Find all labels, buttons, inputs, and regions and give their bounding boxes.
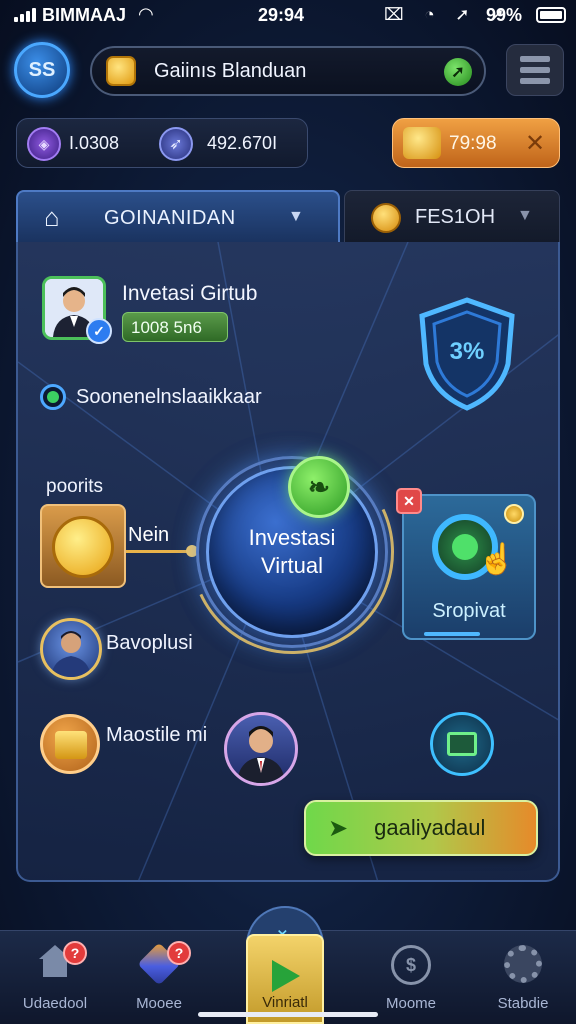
radio-button[interactable] bbox=[40, 384, 66, 410]
nav-item-virtual[interactable]: Vinriatl bbox=[246, 934, 324, 1024]
nav-item-home[interactable]: ? Udaedool bbox=[0, 939, 110, 1012]
nav-label: Mooee bbox=[136, 995, 182, 1012]
coin-icon bbox=[371, 203, 401, 233]
bonus-label: Bavoplusi bbox=[106, 632, 193, 654]
gold-bar-icon[interactable] bbox=[40, 714, 100, 774]
tab-side-label: FES1OH bbox=[415, 206, 496, 228]
cta-label: gaaliyadaul bbox=[374, 815, 486, 840]
carrier-name: BIMMAAJ bbox=[42, 5, 126, 25]
nav-item-coin[interactable]: $ Moome bbox=[356, 939, 466, 1012]
connector-line bbox=[126, 550, 190, 553]
profile-score: 1008 5n6 bbox=[122, 312, 228, 342]
arrow-icon: ➤ bbox=[328, 814, 349, 842]
stat-value-1: I.0308 bbox=[69, 133, 120, 153]
menu-icon-bar bbox=[520, 67, 550, 73]
close-icon[interactable]: ✕ bbox=[525, 129, 545, 158]
coin-icon bbox=[106, 56, 136, 86]
tab-main-dropdown[interactable]: ⌂ GOINANIDAN ▼ bbox=[16, 190, 340, 242]
search-bar[interactable]: Gaiinıs Blanduan ➚ bbox=[90, 46, 486, 96]
search-text: Gaiinıs Blanduan bbox=[154, 59, 307, 82]
coin-icon bbox=[52, 516, 114, 578]
battery-icon bbox=[536, 7, 566, 23]
play-icon bbox=[272, 960, 300, 992]
person-icon bbox=[51, 631, 91, 677]
cube-icon: ? bbox=[137, 941, 191, 986]
close-icon[interactable]: ✕ bbox=[396, 488, 422, 514]
points-side-label: Nein bbox=[128, 524, 170, 546]
rocket-icon: ➶ bbox=[159, 127, 193, 161]
friend-avatar[interactable] bbox=[224, 712, 298, 786]
wifi-icon: ◠ bbox=[138, 4, 154, 24]
gem-icon: ◈ bbox=[27, 127, 61, 161]
signal-icon bbox=[14, 8, 36, 22]
nav-label: Moome bbox=[385, 995, 437, 1012]
tab-side-dropdown[interactable]: FES1OH ▼ bbox=[344, 190, 560, 242]
app-logo[interactable]: SS bbox=[14, 42, 70, 98]
gear-glyph bbox=[504, 945, 542, 983]
spin-progress bbox=[424, 632, 480, 636]
timer-pill[interactable]: 79:98 ✕ bbox=[392, 118, 560, 168]
points-heading: poorits bbox=[46, 476, 104, 497]
points-card[interactable] bbox=[40, 504, 126, 588]
gold-label: Maostile mi bbox=[106, 724, 208, 746]
timer-value: 79:98 bbox=[449, 133, 497, 154]
leaf-icon: ❧ bbox=[288, 456, 350, 518]
cta-button[interactable]: ➤ gaaliyadaul bbox=[304, 800, 538, 856]
stats-bar: ◈ I.0308 ➶ 492.670I bbox=[16, 118, 308, 168]
gear-icon bbox=[503, 945, 543, 985]
menu-icon-bar bbox=[520, 78, 550, 84]
gold-bar-icon bbox=[403, 127, 441, 159]
nav-label: Udaedool bbox=[22, 995, 88, 1012]
profile-name: Invetasi Girtub bbox=[122, 282, 258, 305]
chevron-down-icon: ▼ bbox=[288, 208, 304, 225]
menu-button[interactable] bbox=[506, 44, 564, 96]
shield-percent: 3% bbox=[449, 338, 485, 365]
nav-label: Vinriatl bbox=[262, 994, 308, 1011]
battery-percent: 99% bbox=[486, 5, 523, 25]
home-indicator[interactable] bbox=[198, 1012, 378, 1017]
home-icon: ⌂ bbox=[44, 202, 60, 232]
stat-value-2: 492.670I bbox=[207, 133, 278, 153]
coin-dot-icon bbox=[504, 504, 524, 524]
main-panel: ✓ Invetasi Girtub 1008 5n6 3% Soonenelns… bbox=[16, 242, 560, 882]
verified-icon: ✓ bbox=[86, 318, 112, 344]
menu-icon-bar bbox=[520, 56, 550, 62]
home-icon: ? bbox=[35, 941, 87, 985]
nav-item-settings[interactable]: Stabdie bbox=[468, 939, 576, 1012]
orb-title: Investasi Virtual bbox=[248, 525, 336, 578]
mail-button[interactable] bbox=[430, 712, 494, 776]
radio-label: Soonenelnslaaikkaar bbox=[76, 386, 262, 408]
status-bar: BIMMAAJ ◠ 29:94 ⌧ ◔ ➚ ➚ 99% bbox=[0, 0, 576, 34]
notification-badge: ? bbox=[167, 941, 191, 965]
coin-glyph: $ bbox=[391, 945, 431, 985]
person-icon bbox=[237, 726, 285, 783]
tab-main-label: GOINANIDAN bbox=[104, 207, 236, 229]
status-time: 29:94 bbox=[258, 5, 305, 25]
nav-item-money[interactable]: ? Mooee bbox=[104, 939, 214, 1012]
chevron-down-icon: ▼ bbox=[517, 207, 533, 224]
search-go-icon[interactable]: ➚ bbox=[444, 58, 472, 86]
spin-label: Sropivat bbox=[432, 600, 506, 622]
notification-badge: ? bbox=[63, 941, 87, 965]
coin-icon: $ bbox=[391, 945, 431, 985]
mail-icon bbox=[447, 732, 477, 756]
nav-label: Stabdie bbox=[497, 995, 549, 1012]
bonus-avatar[interactable] bbox=[40, 618, 102, 680]
hand-icon: ☝ bbox=[478, 543, 516, 576]
